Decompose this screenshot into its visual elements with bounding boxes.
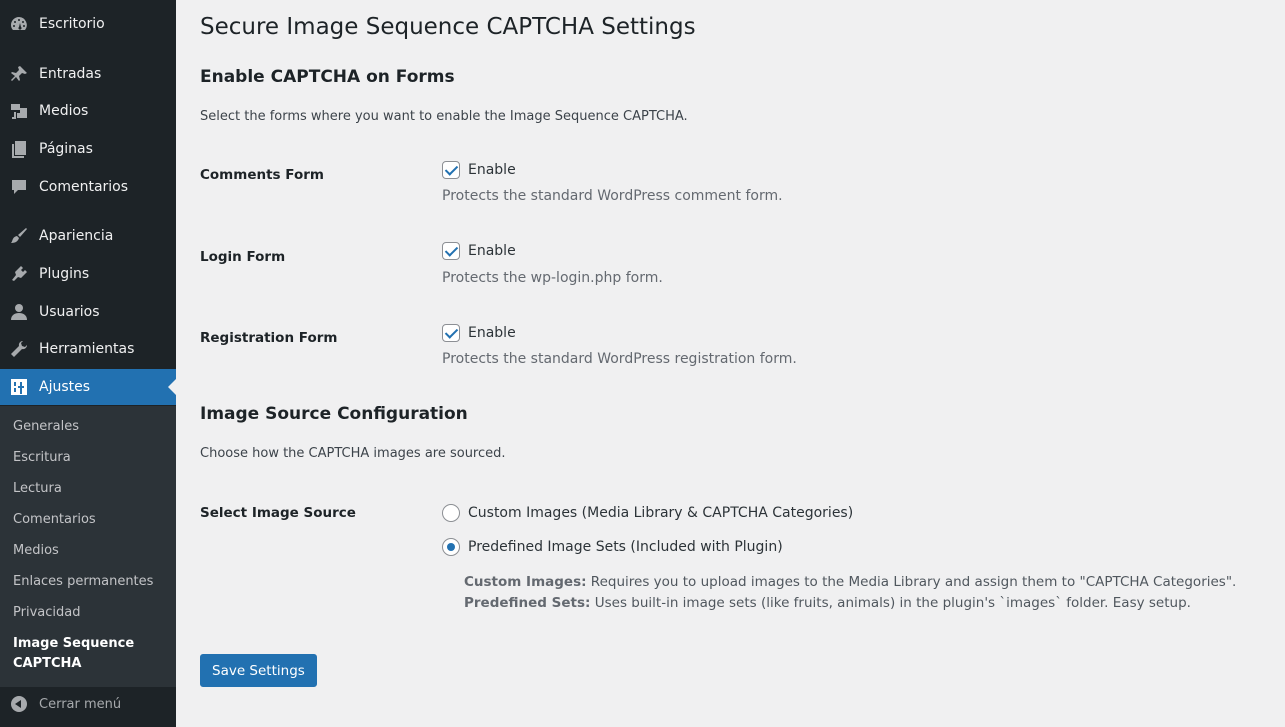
menu-item-comentarios[interactable]: Comentarios bbox=[0, 169, 176, 205]
menu-label: Entradas bbox=[39, 66, 102, 82]
note-custom-images: Custom Images: Requires you to upload im… bbox=[464, 572, 1236, 593]
section-title-enable: Enable CAPTCHA on Forms bbox=[200, 67, 455, 87]
submenu-comentarios[interactable]: Comentarios bbox=[13, 512, 96, 527]
radio-label: Custom Images (Media Library & CAPTCHA C… bbox=[468, 505, 854, 521]
login-form-help: Protects the wp-login.php form. bbox=[442, 270, 663, 286]
login-form-enable-checkbox[interactable]: Enable bbox=[442, 242, 516, 260]
menu-item-usuarios[interactable]: Usuarios bbox=[0, 294, 176, 330]
checkbox[interactable] bbox=[442, 324, 460, 342]
note-custom-title: Custom Images: bbox=[464, 574, 587, 590]
submenu-privacidad[interactable]: Privacidad bbox=[13, 605, 80, 620]
menu-item-medios[interactable]: Medios bbox=[0, 93, 176, 129]
submenu-generales[interactable]: Generales bbox=[13, 419, 79, 434]
section-description-enable: Select the forms where you want to enabl… bbox=[200, 109, 688, 124]
radio-custom-images[interactable]: Custom Images (Media Library & CAPTCHA C… bbox=[442, 504, 853, 522]
submenu-image-sequence-captcha[interactable]: Image Sequence CAPTCHA bbox=[13, 634, 153, 674]
page-title: Secure Image Sequence CAPTCHA Settings bbox=[200, 14, 696, 40]
menu-item-paginas[interactable]: Páginas bbox=[0, 131, 176, 167]
section-title-image-source: Image Source Configuration bbox=[200, 404, 468, 424]
note-predefined-text: Uses built-in image sets (like fruits, a… bbox=[590, 595, 1191, 611]
checkbox-label: Enable bbox=[468, 162, 516, 178]
menu-label: Ajustes bbox=[39, 379, 91, 395]
settings-icon bbox=[9, 377, 29, 397]
user-icon bbox=[9, 302, 29, 322]
main-content: Secure Image Sequence CAPTCHA Settings E… bbox=[200, 0, 1285, 727]
dashboard-icon bbox=[9, 14, 29, 34]
admin-sidebar: Escritorio Entradas Medios Páginas Comen… bbox=[0, 0, 176, 727]
menu-item-ajustes[interactable]: Ajustes bbox=[0, 369, 176, 405]
menu-item-apariencia[interactable]: Apariencia bbox=[0, 218, 176, 254]
image-source-label: Select Image Source bbox=[200, 505, 356, 521]
registration-form-help: Protects the standard WordPress registra… bbox=[442, 351, 797, 367]
menu-label: Medios bbox=[39, 103, 89, 119]
note-predefined-title: Predefined Sets: bbox=[464, 595, 591, 611]
submenu-lectura[interactable]: Lectura bbox=[13, 481, 62, 496]
menu-item-entradas[interactable]: Entradas bbox=[0, 56, 176, 92]
registration-form-enable-checkbox[interactable]: Enable bbox=[442, 324, 516, 342]
radio-label: Predefined Image Sets (Included with Plu… bbox=[468, 539, 783, 555]
menu-label: Plugins bbox=[39, 266, 90, 282]
brush-icon bbox=[9, 226, 29, 246]
comments-form-help: Protects the standard WordPress comment … bbox=[442, 188, 783, 204]
menu-item-escritorio[interactable]: Escritorio bbox=[0, 6, 176, 42]
radio-predefined-sets[interactable]: Predefined Image Sets (Included with Plu… bbox=[442, 538, 783, 556]
menu-label: Escritorio bbox=[39, 16, 105, 32]
checkbox[interactable] bbox=[442, 161, 460, 179]
menu-label: Páginas bbox=[39, 141, 93, 157]
collapse-arrow-icon bbox=[11, 696, 27, 712]
pin-icon bbox=[9, 64, 29, 84]
note-custom-text: Requires you to upload images to the Med… bbox=[586, 574, 1237, 590]
collapse-menu-button[interactable]: Cerrar menú bbox=[0, 688, 176, 720]
radio-button[interactable] bbox=[442, 538, 460, 556]
settings-submenu: Generales Escritura Lectura Comentarios … bbox=[0, 406, 176, 687]
checkbox-label: Enable bbox=[468, 243, 516, 259]
submenu-escritura[interactable]: Escritura bbox=[13, 450, 71, 465]
collapse-label: Cerrar menú bbox=[39, 696, 122, 712]
menu-item-plugins[interactable]: Plugins bbox=[0, 256, 176, 292]
menu-item-herramientas[interactable]: Herramientas bbox=[0, 331, 176, 367]
note-predefined-sets: Predefined Sets: Uses built-in image set… bbox=[464, 593, 1191, 614]
section-description-image-source: Choose how the CAPTCHA images are source… bbox=[200, 446, 506, 461]
save-settings-button[interactable]: Save Settings bbox=[200, 654, 317, 687]
menu-label: Usuarios bbox=[39, 304, 100, 320]
login-form-label: Login Form bbox=[200, 249, 286, 265]
comments-form-enable-checkbox[interactable]: Enable bbox=[442, 161, 516, 179]
submenu-enlaces-permanentes[interactable]: Enlaces permanentes bbox=[13, 574, 153, 589]
media-icon bbox=[9, 101, 29, 121]
submenu-medios[interactable]: Medios bbox=[13, 543, 59, 558]
radio-button[interactable] bbox=[442, 504, 460, 522]
comments-icon bbox=[9, 177, 29, 197]
checkbox-label: Enable bbox=[468, 325, 516, 341]
menu-label: Comentarios bbox=[39, 179, 129, 195]
pages-icon bbox=[9, 139, 29, 159]
plugin-icon bbox=[9, 264, 29, 284]
checkbox[interactable] bbox=[442, 242, 460, 260]
registration-form-label: Registration Form bbox=[200, 330, 338, 346]
menu-label: Apariencia bbox=[39, 228, 114, 244]
menu-label: Herramientas bbox=[39, 341, 135, 357]
comments-form-label: Comments Form bbox=[200, 167, 324, 183]
wrench-icon bbox=[9, 339, 29, 359]
